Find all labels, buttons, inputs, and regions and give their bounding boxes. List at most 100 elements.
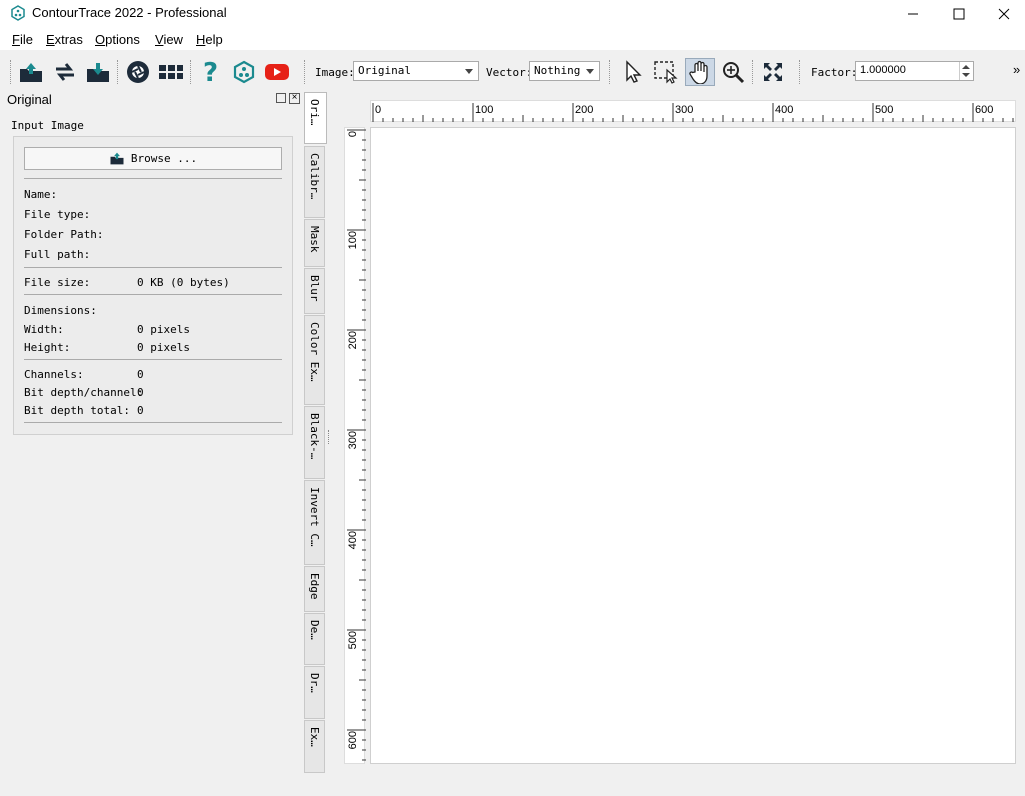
divider [24, 422, 282, 423]
tab-color-extraction[interactable]: Color Ex… [304, 315, 325, 405]
contourtrace-logo-icon [233, 60, 255, 84]
menu-file[interactable]: File [12, 32, 33, 47]
tab-original[interactable]: Ori… [304, 92, 327, 144]
toolbar-separator [609, 60, 611, 84]
tab-mask[interactable]: Mask [304, 219, 325, 267]
splitter-handle[interactable] [328, 430, 333, 444]
menu-view[interactable]: View [155, 32, 183, 47]
float-panel-icon[interactable] [276, 93, 286, 103]
toolbar-separator [117, 60, 119, 84]
ruler-label: 300 [675, 104, 694, 116]
panel-title: Original [7, 92, 52, 107]
tab-blur[interactable]: Blur [304, 268, 325, 314]
full-path-label: Full path: [24, 248, 91, 261]
toolbar-separator [752, 60, 754, 84]
grid-button[interactable] [157, 58, 185, 86]
menu-extras-accel: E [46, 32, 55, 47]
toolbar-separator [799, 60, 801, 84]
original-panel: Original × Input Image Browse ... Name: … [0, 90, 304, 770]
youtube-button[interactable] [263, 58, 291, 86]
save-button[interactable] [84, 58, 112, 86]
menu-options[interactable]: Options [95, 32, 140, 47]
ruler-label: 100 [475, 104, 494, 116]
tab-label: Mask [308, 226, 321, 253]
title-bar: ContourTrace 2022 - Professional [0, 0, 1025, 28]
spin-down-icon[interactable] [962, 73, 970, 77]
menu-options-label: ptions [105, 32, 140, 47]
folder-path-label: Folder Path: [24, 228, 104, 241]
horizontal-ruler-ticks [372, 103, 1014, 122]
image-select[interactable]: Original [353, 61, 479, 81]
name-label: Name: [24, 188, 58, 201]
tab-de[interactable]: De… [304, 613, 325, 665]
toolbar-overflow-button[interactable]: » [1013, 62, 1020, 77]
tab-label: Color Ex… [308, 322, 321, 382]
tab-label: Ori… [308, 99, 321, 126]
pan-tool-button[interactable] [685, 58, 715, 86]
refresh-button[interactable] [51, 58, 79, 86]
channels-label: Channels: [24, 368, 84, 381]
tab-label: De… [308, 620, 321, 640]
tab-invert-color[interactable]: Invert C… [304, 480, 325, 565]
divider [24, 267, 282, 268]
width-value: 0 pixels [137, 323, 190, 336]
close-button[interactable] [981, 0, 1025, 28]
close-panel-icon[interactable]: × [289, 93, 300, 104]
bit-depth-channel-value: 0 [137, 386, 144, 399]
file-size-value: 0 KB (0 bytes) [137, 276, 230, 289]
ruler-label: 200 [347, 331, 359, 350]
vector-select-value: Nothing [534, 64, 581, 77]
tab-edge[interactable]: Edge [304, 566, 325, 612]
vector-label: Vector: [486, 66, 533, 79]
logo-button[interactable] [230, 58, 258, 86]
file-type-label: File type: [24, 208, 91, 221]
window-title: ContourTrace 2022 - Professional [32, 5, 227, 20]
selection-icon [654, 61, 678, 84]
processing-tabs: Ori… Calibr… Mask Blur Color Ex… Black-…… [304, 90, 327, 775]
ruler-label: 0 [347, 131, 359, 138]
tab-ex[interactable]: Ex… [304, 720, 325, 773]
pointer-tool-button[interactable] [619, 58, 647, 86]
minimize-icon [908, 13, 918, 15]
close-icon [998, 8, 1010, 20]
menu-help-label: elp [205, 32, 223, 47]
fit-screen-button[interactable] [759, 58, 787, 86]
menu-file-label: ile [19, 32, 33, 47]
tab-black[interactable]: Black-… [304, 406, 325, 479]
tab-dr[interactable]: Dr… [304, 666, 325, 719]
open-button[interactable] [17, 58, 45, 86]
bit-depth-channel-label: Bit depth/channel: [24, 386, 144, 399]
vector-select[interactable]: Nothing [529, 61, 600, 81]
youtube-icon [265, 64, 289, 80]
aperture-icon [127, 61, 149, 83]
ruler-label: 600 [975, 104, 994, 116]
tab-label: Calibr… [308, 153, 321, 200]
save-icon [87, 63, 109, 82]
ruler-label: 100 [347, 231, 359, 250]
menu-extras[interactable]: Extras [46, 32, 83, 47]
status-bar [0, 776, 1025, 796]
menu-view-label: iew [163, 32, 183, 47]
aperture-button[interactable] [124, 58, 152, 86]
maximize-icon [953, 8, 965, 20]
browse-button[interactable]: Browse ... [24, 147, 282, 170]
image-canvas[interactable] [370, 127, 1016, 764]
selection-tool-button[interactable] [652, 58, 680, 86]
minimize-button[interactable] [890, 0, 936, 28]
maximize-button[interactable] [936, 0, 982, 28]
help-icon: ? [203, 59, 218, 85]
spin-arrows[interactable] [959, 62, 973, 80]
tab-calibration[interactable]: Calibr… [304, 146, 325, 218]
svg-text:?: ? [203, 59, 218, 85]
ruler-label: 500 [347, 631, 359, 650]
height-value: 0 pixels [137, 341, 190, 354]
panel-subtitle: Input Image [11, 119, 84, 132]
spin-up-icon[interactable] [962, 65, 970, 69]
zoom-tool-button[interactable] [719, 58, 747, 86]
fit-screen-icon [764, 63, 782, 81]
grid-icon [159, 65, 183, 79]
help-button[interactable]: ? [196, 58, 224, 86]
menu-help[interactable]: Help [196, 32, 223, 47]
factor-spinbox[interactable]: 1.000000 [855, 61, 974, 81]
divider [24, 294, 282, 295]
